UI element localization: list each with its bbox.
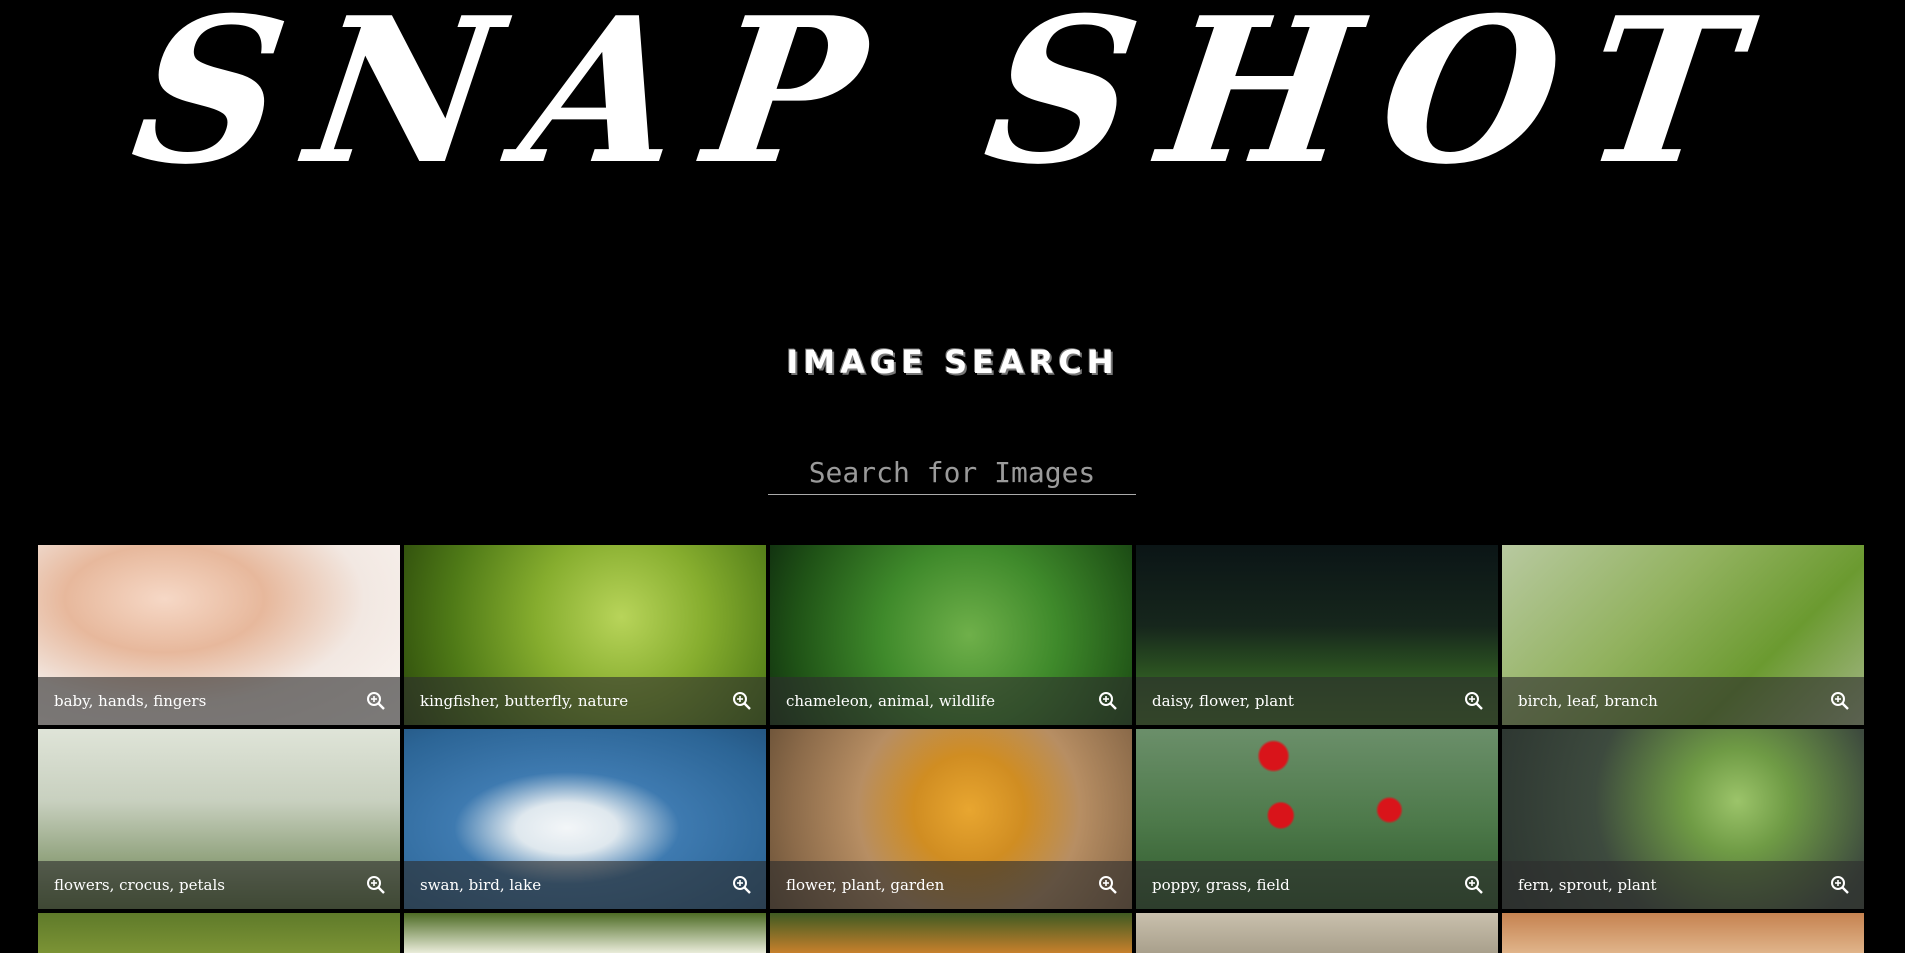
image-card[interactable] <box>404 913 766 953</box>
zoom-in-icon[interactable] <box>1098 691 1118 711</box>
image-partial[interactable] <box>1136 913 1498 953</box>
image-tags: flowers, crocus, petals <box>54 876 225 894</box>
image-card[interactable]: kingfisher, butterfly, nature <box>404 545 766 725</box>
image-card[interactable] <box>1136 913 1498 953</box>
image-card[interactable]: fern, sprout, plant <box>1502 729 1864 909</box>
image-caption: kingfisher, butterfly, nature <box>404 677 766 725</box>
image-tags: birch, leaf, branch <box>1518 692 1658 710</box>
zoom-in-icon[interactable] <box>1830 875 1850 895</box>
image-tags: flower, plant, garden <box>786 876 945 894</box>
search-input[interactable] <box>768 450 1136 494</box>
image-partial[interactable] <box>404 913 766 953</box>
image-card[interactable]: chameleon, animal, wildlife <box>770 545 1132 725</box>
image-caption: flower, plant, garden <box>770 861 1132 909</box>
image-caption: baby, hands, fingers <box>38 677 400 725</box>
zoom-in-icon[interactable] <box>1464 691 1484 711</box>
image-caption: daisy, flower, plant <box>1136 677 1498 725</box>
zoom-in-icon[interactable] <box>1464 875 1484 895</box>
image-card[interactable]: poppy, grass, field <box>1136 729 1498 909</box>
image-card[interactable] <box>770 913 1132 953</box>
site-logo: SNAP SHOT <box>121 0 1784 209</box>
page-subtitle: IMAGE SEARCH <box>786 343 1119 381</box>
image-card[interactable] <box>38 913 400 953</box>
image-card[interactable]: birch, leaf, branch <box>1502 545 1864 725</box>
image-caption: chameleon, animal, wildlife <box>770 677 1132 725</box>
zoom-in-icon[interactable] <box>732 875 752 895</box>
image-card[interactable]: flower, plant, garden <box>770 729 1132 909</box>
zoom-in-icon[interactable] <box>366 691 386 711</box>
image-caption: birch, leaf, branch <box>1502 677 1864 725</box>
zoom-in-icon[interactable] <box>1098 875 1118 895</box>
image-tags: daisy, flower, plant <box>1152 692 1294 710</box>
image-card[interactable]: swan, bird, lake <box>404 729 766 909</box>
image-card[interactable] <box>1502 913 1864 953</box>
image-tags: kingfisher, butterfly, nature <box>420 692 629 710</box>
image-partial[interactable] <box>38 913 400 953</box>
image-tags: baby, hands, fingers <box>54 692 207 710</box>
zoom-in-icon[interactable] <box>732 691 752 711</box>
image-card[interactable]: daisy, flower, plant <box>1136 545 1498 725</box>
zoom-in-icon[interactable] <box>1830 691 1850 711</box>
image-partial[interactable] <box>1502 913 1864 953</box>
image-card[interactable]: baby, hands, fingers <box>38 545 400 725</box>
image-tags: fern, sprout, plant <box>1518 876 1657 894</box>
image-tags: poppy, grass, field <box>1152 876 1290 894</box>
image-tags: chameleon, animal, wildlife <box>786 692 995 710</box>
image-grid: baby, hands, fingers kingfisher, butterf… <box>38 545 1867 953</box>
image-caption: poppy, grass, field <box>1136 861 1498 909</box>
image-caption: flowers, crocus, petals <box>38 861 400 909</box>
image-tags: swan, bird, lake <box>420 876 542 894</box>
image-card[interactable]: flowers, crocus, petals <box>38 729 400 909</box>
image-partial[interactable] <box>770 913 1132 953</box>
image-caption: swan, bird, lake <box>404 861 766 909</box>
zoom-in-icon[interactable] <box>366 875 386 895</box>
search-box <box>768 450 1136 495</box>
image-caption: fern, sprout, plant <box>1502 861 1864 909</box>
